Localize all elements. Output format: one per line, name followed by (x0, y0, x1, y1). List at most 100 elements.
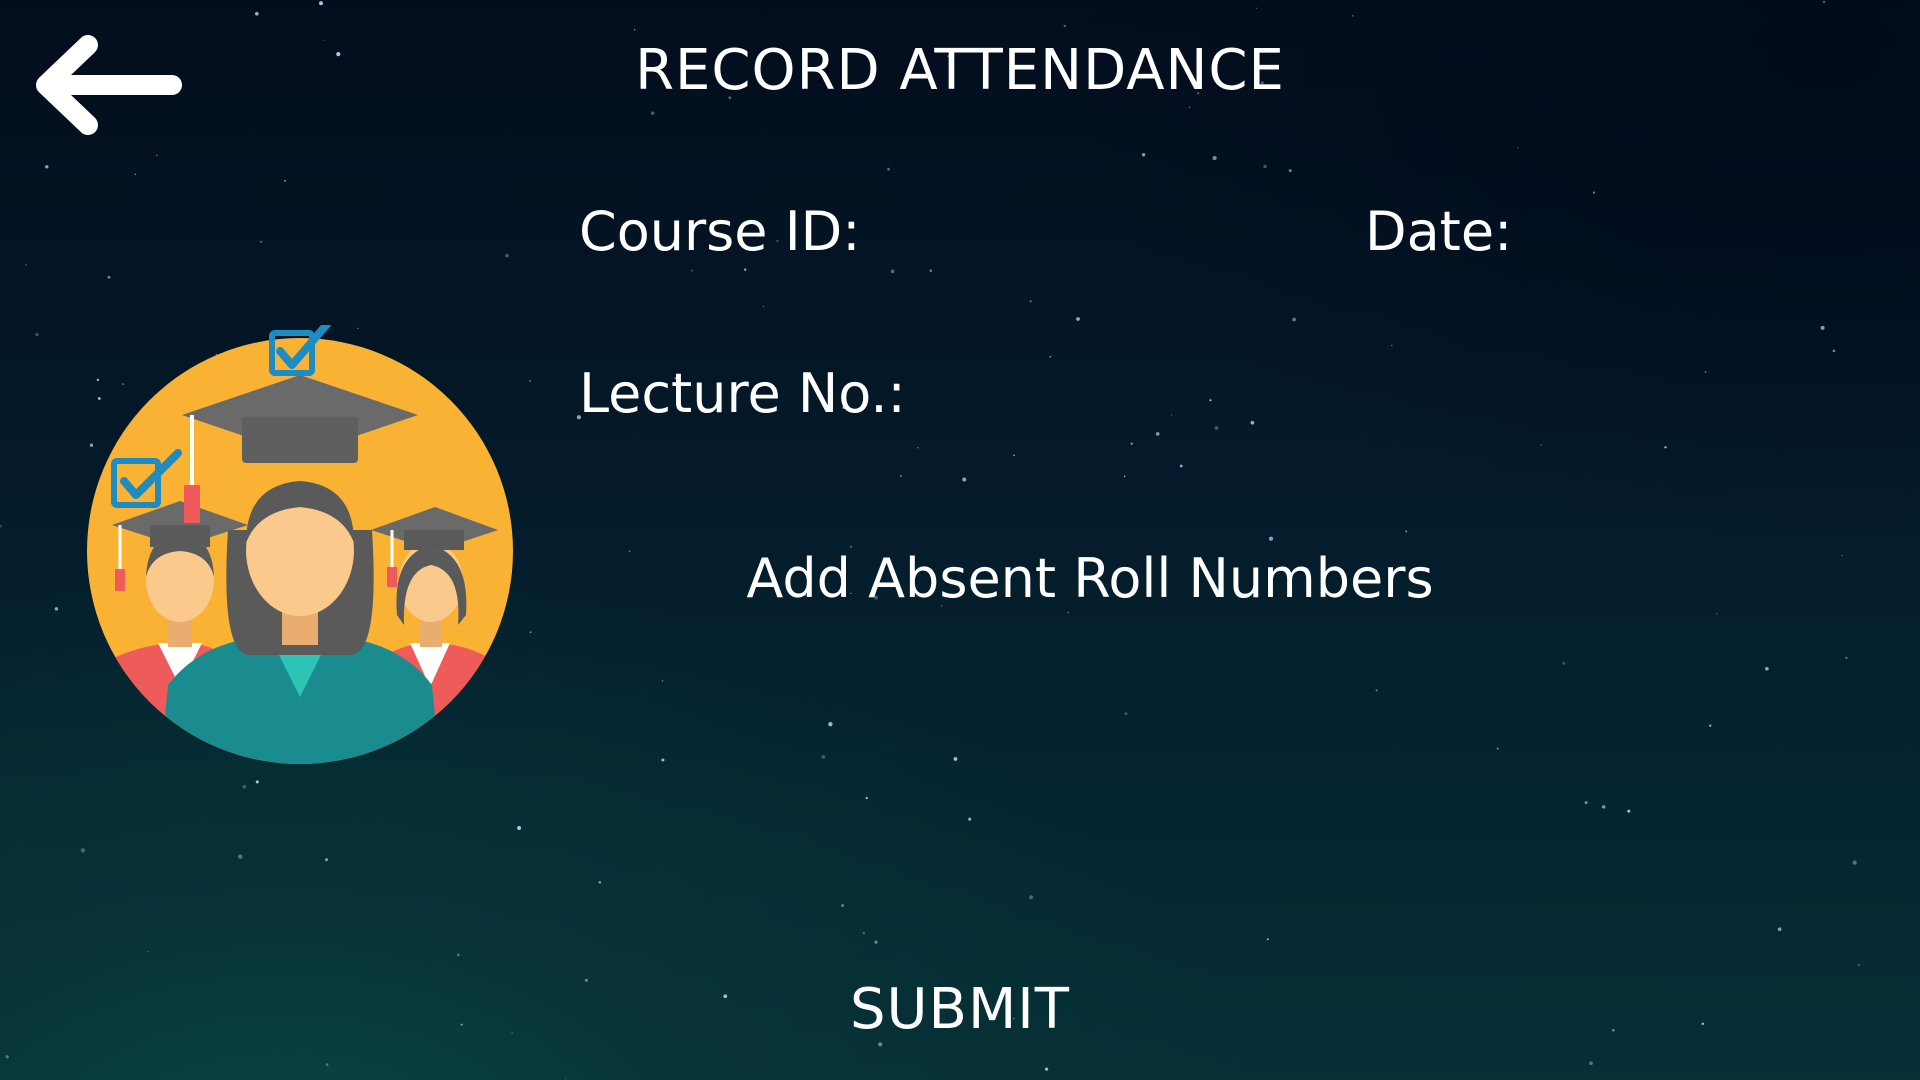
star (862, 931, 866, 935)
star (1288, 169, 1292, 173)
star (5, 1055, 9, 1059)
graduates-attendance-icon (87, 325, 513, 764)
star (1822, 0, 1826, 4)
star (1602, 805, 1606, 809)
star (865, 796, 868, 800)
star (156, 154, 158, 157)
course-id-field[interactable] (880, 200, 1324, 272)
star (1701, 1022, 1705, 1026)
star (1584, 801, 1588, 805)
star (1765, 666, 1769, 671)
star (324, 858, 329, 862)
star (1124, 712, 1128, 716)
star (1391, 344, 1393, 347)
star (1517, 146, 1519, 149)
star (460, 1023, 463, 1026)
star (25, 264, 27, 266)
star (1405, 530, 1408, 533)
star (1612, 1028, 1615, 1032)
star (1063, 24, 1066, 28)
star (874, 940, 878, 944)
star (325, 1063, 329, 1066)
date-label: Date: (1365, 200, 1513, 263)
star (564, 1077, 567, 1080)
star (1562, 661, 1566, 665)
star (661, 758, 665, 762)
star (1841, 554, 1843, 557)
star (1857, 963, 1860, 966)
star (1049, 355, 1052, 358)
star (661, 680, 664, 682)
add-absent-roll-numbers-button[interactable]: Add Absent Roll Numbers (740, 538, 1440, 618)
lecture-number-field[interactable] (920, 362, 1384, 434)
star (1704, 371, 1707, 373)
star (1266, 938, 1269, 941)
star (1496, 747, 1499, 750)
star (690, 269, 693, 272)
star (917, 447, 919, 449)
star (1351, 14, 1354, 17)
star (238, 854, 243, 859)
star (517, 826, 522, 830)
star (1715, 613, 1718, 615)
star (1589, 1061, 1593, 1066)
star (80, 848, 86, 853)
star (1375, 689, 1378, 692)
star (255, 12, 259, 16)
star (887, 167, 890, 171)
star (505, 253, 509, 258)
star (0, 524, 2, 528)
star (744, 268, 747, 271)
star (828, 722, 833, 727)
star (821, 755, 826, 759)
star (1141, 153, 1146, 157)
star (1263, 164, 1267, 169)
star (762, 305, 765, 308)
star (1029, 300, 1032, 303)
star (242, 784, 247, 789)
star (134, 173, 137, 176)
star (1255, 7, 1258, 9)
star (45, 165, 49, 169)
star (598, 880, 602, 884)
lecture-number-label: Lecture No.: (579, 362, 906, 425)
star (899, 474, 903, 478)
star (1013, 454, 1015, 457)
star (1292, 317, 1296, 322)
star (1188, 106, 1191, 109)
star (1845, 656, 1848, 660)
page-title: RECORD ATTENDANCE (635, 38, 1285, 103)
star (1820, 325, 1825, 330)
star (259, 240, 263, 244)
star (1540, 444, 1542, 446)
star (1123, 475, 1126, 478)
star (35, 333, 39, 337)
course-id-label: Course ID: (579, 200, 861, 263)
graduates-illustration (80, 325, 520, 770)
star (511, 1032, 513, 1034)
star (54, 607, 59, 611)
star (953, 757, 958, 761)
star (1777, 927, 1782, 931)
star (1852, 860, 1857, 865)
date-field[interactable] (1520, 200, 1884, 272)
star (1592, 191, 1596, 194)
star (255, 780, 259, 784)
star (584, 978, 588, 982)
star (634, 29, 636, 31)
star (319, 1, 323, 6)
star (1627, 809, 1631, 813)
star (456, 953, 460, 957)
star (1709, 724, 1712, 727)
star (1179, 464, 1183, 468)
star (284, 179, 287, 182)
star (841, 904, 844, 907)
submit-button[interactable]: SUBMIT (810, 970, 1110, 1048)
star (651, 111, 655, 115)
star (968, 817, 972, 821)
star (723, 994, 728, 999)
star (528, 379, 532, 383)
star (147, 950, 149, 953)
star (529, 631, 532, 634)
star (1212, 156, 1217, 161)
